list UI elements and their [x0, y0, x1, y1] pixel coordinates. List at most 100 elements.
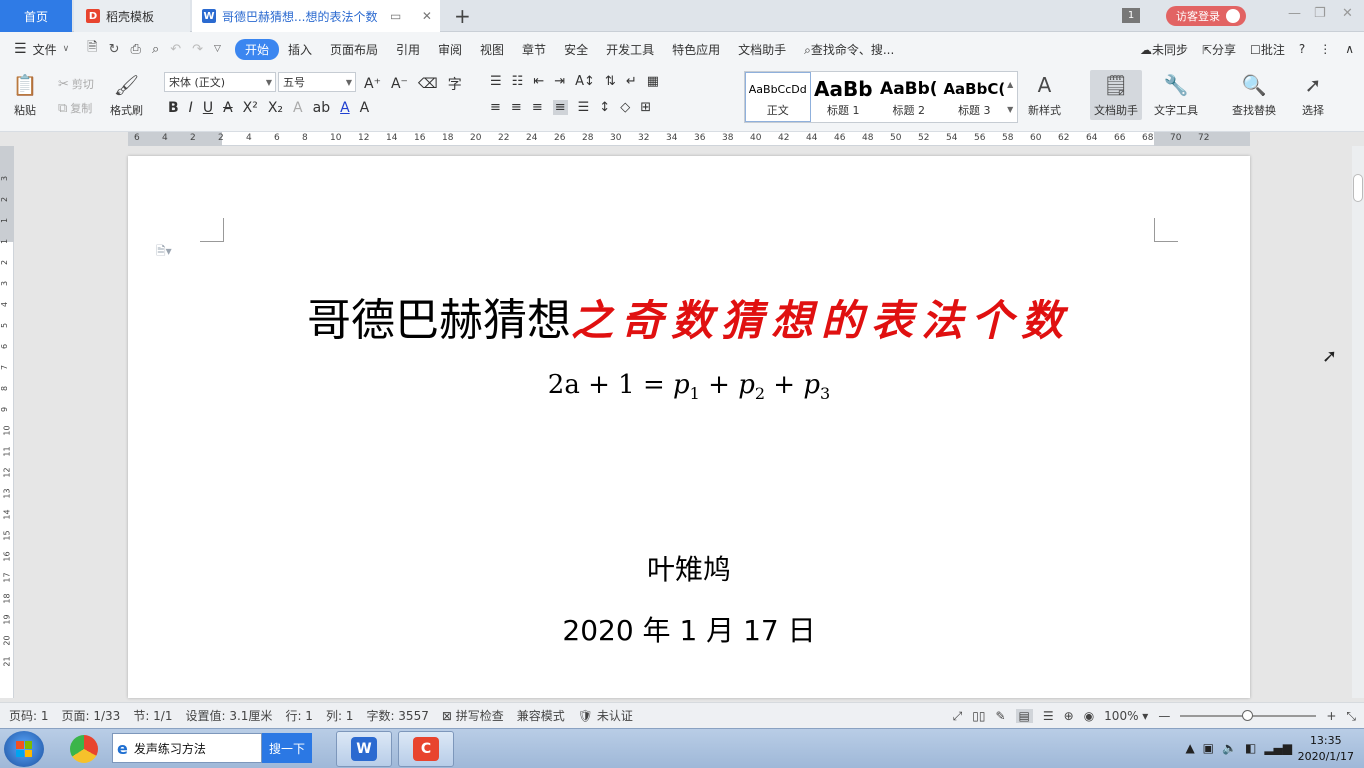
status-page-number[interactable]: 页码: 1 — [9, 707, 49, 724]
fit-window-icon[interactable]: ⤡ — [1346, 709, 1356, 724]
share-button[interactable]: ⇱分享 — [1202, 41, 1236, 58]
horizontal-ruler[interactable]: 6 4 2 2 4 6 8 10 12 14 16 18 20 22 24 26 28 30 32 34 36 38 40 4… — [128, 132, 1250, 146]
new-style-button[interactable]: A 新样式 — [1028, 72, 1061, 118]
system-clock[interactable]: 13:35 2020/1/17 — [1298, 733, 1354, 765]
increase-indent-icon[interactable]: ⇥ — [554, 74, 565, 89]
cut-button[interactable]: ✂ 剪切 — [58, 76, 94, 92]
customize-icon[interactable]: ▽ — [214, 44, 221, 54]
chrome-pinned-icon[interactable] — [66, 731, 102, 767]
menu-tab-layout[interactable]: 页面布局 — [321, 41, 387, 58]
menu-tab-start[interactable]: 开始 — [234, 38, 279, 60]
wps-taskbar-button[interactable]: W — [336, 731, 392, 767]
tab-close-icon[interactable]: ✕ — [422, 9, 432, 23]
justify-icon[interactable]: ≡ — [552, 100, 568, 115]
start-button[interactable] — [4, 731, 44, 767]
style-scroll-icon[interactable]: ▲ ▼ — [1007, 72, 1017, 122]
document-date[interactable]: 2020 年 1 月 17 日 — [128, 609, 1250, 649]
menu-tab-section[interactable]: 章节 — [513, 41, 555, 58]
tab-home[interactable]: 首页 — [0, 0, 72, 32]
style-heading-1[interactable]: AaBb 标题 1 — [811, 72, 877, 122]
underline-icon[interactable]: U — [203, 100, 213, 116]
zoom-in-icon[interactable]: + — [1326, 709, 1336, 723]
page-view-icon[interactable]: ▤ — [1015, 709, 1033, 723]
align-center-icon[interactable]: ≡ — [511, 100, 522, 115]
restore-icon[interactable]: ❐ — [1314, 6, 1326, 21]
zoom-slider-knob[interactable] — [1242, 710, 1254, 721]
menu-tab-developer[interactable]: 开发工具 — [597, 41, 663, 58]
outline-view-icon[interactable]: ☰ — [1043, 709, 1054, 723]
text-tools-button[interactable]: 🔧 文字工具 — [1154, 72, 1198, 118]
equation[interactable]: 2a + 1 = p1 + p2 + p3 — [128, 370, 1250, 403]
line-spacing-icon[interactable]: ↕ — [599, 100, 610, 115]
fullscreen-icon[interactable]: ⤢ — [953, 709, 963, 724]
font-size-select[interactable]: 五号 ▼ — [278, 72, 356, 92]
vertical-scrollbar[interactable] — [1352, 146, 1364, 698]
web-view-icon[interactable]: ⊕ — [1064, 709, 1074, 723]
decrease-indent-icon[interactable]: ⇤ — [533, 74, 544, 89]
status-setting-value[interactable]: 设置值: 3.1厘米 — [185, 707, 272, 724]
distribute-icon[interactable]: ☰ — [578, 100, 590, 115]
close-window-icon[interactable]: ✕ — [1342, 6, 1353, 21]
menu-tab-references[interactable]: 引用 — [387, 41, 429, 58]
sort-icon[interactable]: ⇅ — [605, 74, 616, 89]
status-section[interactable]: 节: 1/1 — [133, 707, 172, 724]
phonetic-icon[interactable]: 字 — [448, 74, 462, 94]
align-right-icon[interactable]: ≡ — [532, 100, 543, 115]
copy-button[interactable]: ⧉ 复制 — [58, 100, 92, 116]
menu-tab-review[interactable]: 审阅 — [429, 41, 471, 58]
zoom-out-icon[interactable]: — — [1158, 709, 1170, 723]
select-button[interactable]: ➚ 选择 — [1300, 72, 1326, 118]
grow-font-icon[interactable]: A⁺ — [364, 76, 381, 92]
strikethrough-icon[interactable]: A — [223, 100, 233, 116]
clear-format-icon[interactable]: ⌫ — [418, 76, 438, 92]
menu-tab-view[interactable]: 视图 — [471, 41, 513, 58]
file-menu[interactable]: ☰ 文件 ∨ — [14, 41, 69, 58]
tray-device-icon[interactable]: ▣ — [1203, 741, 1214, 755]
superscript-icon[interactable]: X² — [243, 100, 258, 116]
tray-app-icon[interactable]: ◧ — [1245, 741, 1256, 755]
paragraph-options-icon[interactable]: 🗎▾ — [156, 242, 172, 263]
show-marks-icon[interactable]: ↵ — [626, 74, 637, 89]
bullet-list-icon[interactable]: ☰ — [490, 74, 502, 89]
tab-docer-templates[interactable]: D 稻壳模板 — [74, 0, 190, 32]
italic-icon[interactable]: I — [189, 100, 193, 116]
spell-check-button[interactable]: ⊠ 拼写检查 — [442, 707, 504, 724]
volume-icon[interactable]: 🔈 — [1222, 741, 1237, 755]
border-icon[interactable]: ⊞ — [640, 100, 651, 115]
font-name-select[interactable]: 宋体 (正文) ▼ — [164, 72, 276, 92]
certification-status[interactable]: 🛡 未认证 — [578, 707, 633, 724]
command-search[interactable]: ⌕查找命令、搜... — [795, 41, 903, 58]
char-shading-icon[interactable]: A — [360, 100, 370, 116]
shrink-font-icon[interactable]: A⁻ — [391, 76, 408, 92]
browser-search-button[interactable]: 搜一下 — [262, 733, 312, 763]
status-column[interactable]: 列: 1 — [326, 707, 354, 724]
style-heading-3[interactable]: AaBbC(标题 3 — [942, 72, 1008, 122]
text-effect-icon[interactable]: A — [293, 100, 303, 116]
redo-icon[interactable]: ↷ — [192, 42, 203, 57]
more-icon[interactable]: ⋮ — [1319, 42, 1331, 56]
reading-mode-icon[interactable]: ▯▯ — [972, 709, 985, 723]
subscript-icon[interactable]: X₂ — [268, 100, 283, 116]
style-heading-2[interactable]: AaBb(标题 2 — [876, 72, 942, 122]
menu-tab-insert[interactable]: 插入 — [279, 41, 321, 58]
table-icon[interactable]: ▦ — [647, 74, 659, 89]
bold-icon[interactable]: B — [168, 100, 179, 116]
recorder-taskbar-button[interactable]: C — [398, 731, 454, 767]
find-replace-button[interactable]: 🔍 查找替换 — [1232, 72, 1276, 118]
new-tab-icon[interactable]: + — [454, 4, 471, 28]
window-count-badge[interactable]: 1 — [1122, 8, 1140, 23]
document-page[interactable]: 🗎▾ 哥德巴赫猜想之奇数猜想的表法个数 2a + 1 = p1 + p2 + p… — [128, 156, 1250, 698]
zoom-slider[interactable] — [1180, 710, 1317, 721]
shading-icon[interactable]: ◇ — [620, 100, 630, 115]
output-icon[interactable]: ↻ — [109, 42, 120, 57]
highlight-icon[interactable]: ab — [313, 100, 330, 116]
network-icon[interactable]: ▂▄▆ — [1264, 741, 1292, 755]
tab-document[interactable]: W 哥德巴赫猜想...想的表法个数 ▭ ✕ — [192, 0, 440, 32]
status-word-count[interactable]: 字数: 3557 — [366, 707, 428, 724]
numbered-list-icon[interactable]: ☷ — [512, 74, 524, 89]
help-icon[interactable]: ? — [1299, 42, 1305, 56]
format-painter-button[interactable]: 🖌 格式刷 — [110, 72, 143, 118]
print-icon[interactable]: ⎙ — [131, 42, 141, 57]
style-normal[interactable]: AaBbCcDd 正文 — [745, 72, 811, 122]
print-preview-icon[interactable]: ⌕ — [152, 42, 159, 57]
